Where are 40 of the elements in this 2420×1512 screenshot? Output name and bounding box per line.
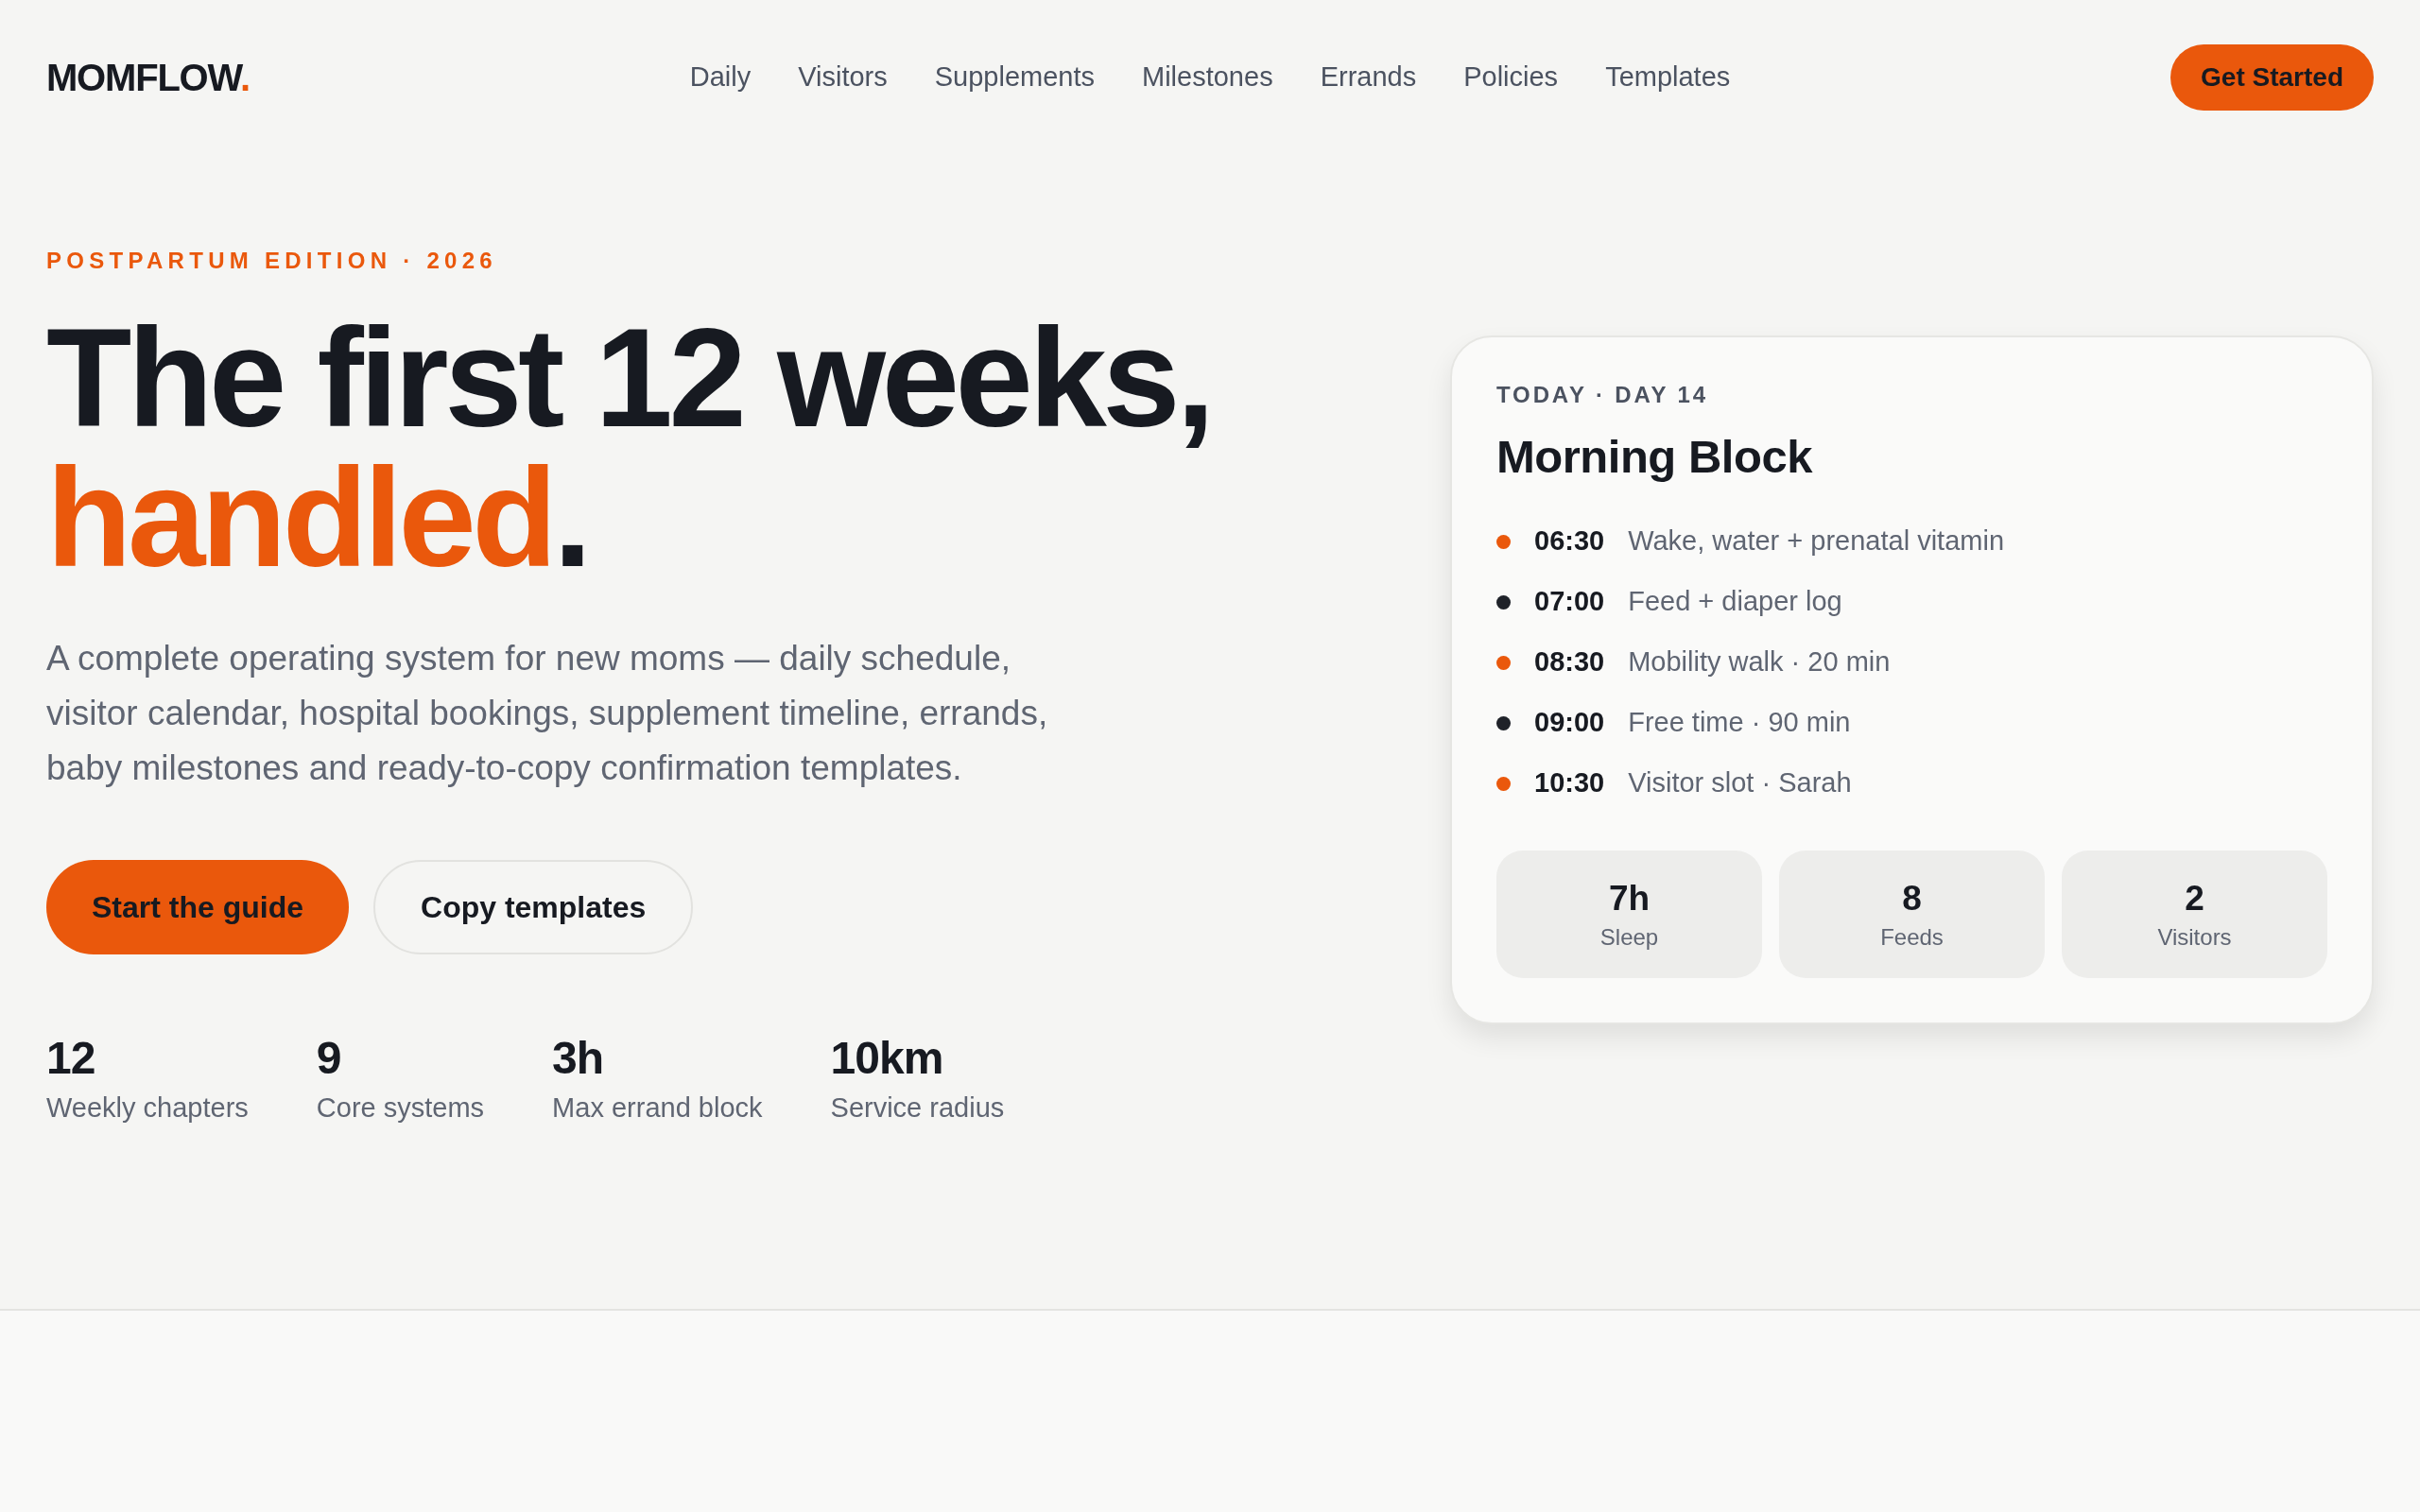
start-guide-button[interactable]: Start the guide [46, 860, 349, 954]
summary-label: Feeds [1880, 922, 1944, 952]
stat-value: 9 [316, 1032, 341, 1085]
schedule-time: 09:00 [1534, 706, 1605, 740]
stat-label: Service radius [830, 1091, 1005, 1125]
schedule-activity: Free time · 90 min [1628, 706, 1851, 740]
schedule-activity: Mobility walk · 20 min [1628, 645, 1891, 679]
stat-value: 12 [46, 1032, 95, 1085]
card-title: Morning Block [1496, 430, 1812, 484]
summary-value: 7h [1608, 877, 1651, 919]
edition-eyebrow: POSTPARTUM EDITION · 2026 [46, 248, 497, 274]
get-started-button[interactable]: Get Started [2170, 44, 2374, 111]
nav-link[interactable]: Errands [1320, 57, 1417, 98]
copy-templates-button[interactable]: Copy templates [373, 860, 694, 954]
schedule-time: 07:00 [1534, 585, 1605, 619]
nav-link[interactable]: Daily [689, 57, 752, 98]
schedule-activity: Visitor slot · Sarah [1628, 766, 1852, 800]
schedule-time: 10:30 [1534, 766, 1605, 800]
hero-headline: The first 12 weeks, handled. [46, 308, 1212, 588]
nav-link[interactable]: Policies [1463, 57, 1559, 98]
nav-link[interactable]: Visitors [798, 57, 888, 98]
stat-label: Weekly chapters [46, 1091, 249, 1125]
stat-label: Core systems [316, 1091, 485, 1125]
schedule-activity: Feed + diaper log [1628, 585, 1842, 619]
summary-label: Visitors [2157, 922, 2232, 952]
nav-link[interactable]: Templates [1605, 57, 1731, 98]
hero-description: A complete operating system for new moms — daily schedule, visitor calendar, hospital bookings, supplement timeline, errands, baby milestones and ready-to-copy confirmation templates. [46, 638, 1049, 789]
logo[interactable]: MOMFLOW. [46, 59, 250, 96]
stat-value: 10km [830, 1032, 943, 1085]
stat-label: Max errand block [552, 1091, 763, 1125]
stat-value: 3h [552, 1032, 604, 1085]
card-eyebrow: TODAY · DAY 14 [1496, 382, 1708, 408]
nav-link[interactable]: Supplements [934, 57, 1095, 98]
schedule-time: 08:30 [1534, 645, 1605, 679]
nav-link[interactable]: Milestones [1142, 57, 1273, 98]
summary-value: 8 [1902, 877, 1922, 919]
summary-value: 2 [2185, 877, 2204, 919]
schedule-activity: Wake, water + prenatal vitamin [1628, 524, 2004, 558]
summary-label: Sleep [1599, 922, 1659, 952]
schedule-time: 06:30 [1534, 524, 1605, 558]
